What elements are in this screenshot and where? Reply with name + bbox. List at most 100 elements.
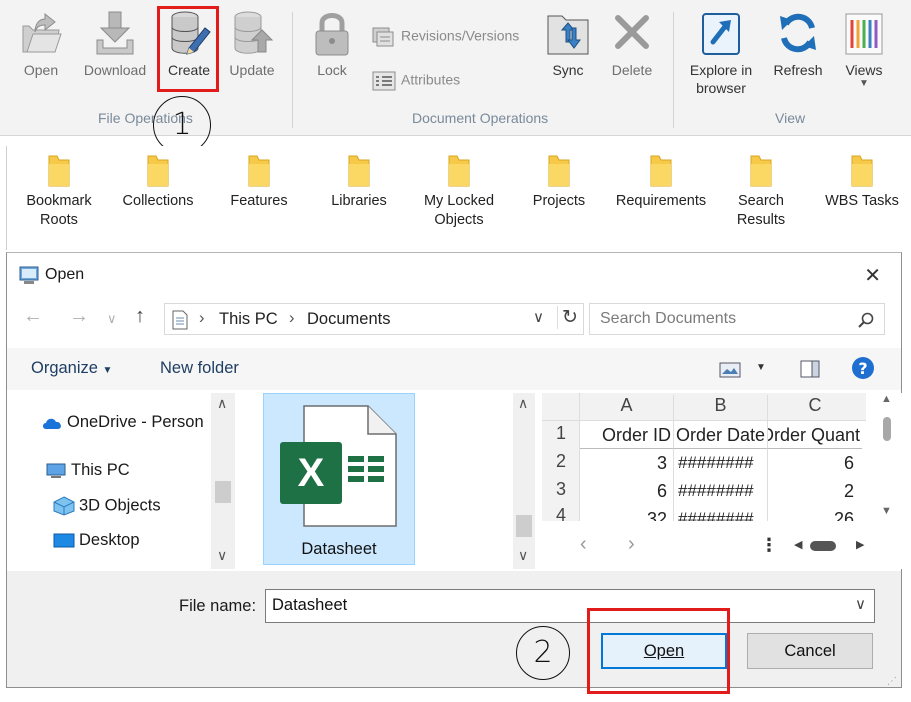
- download-button[interactable]: Download: [80, 8, 150, 79]
- attributes-button[interactable]: Attributes: [372, 70, 460, 92]
- forward-arrow-icon[interactable]: →: [69, 305, 89, 328]
- preview-corner: [542, 393, 580, 421]
- file-name-input[interactable]: Datasheet ∨: [265, 589, 875, 623]
- sheet-scroll-right-icon[interactable]: ▶: [856, 538, 864, 551]
- 3d-objects-icon: [53, 496, 75, 516]
- preview-vscroll-thumb[interactable]: [883, 417, 891, 441]
- sync-button[interactable]: Sync: [544, 8, 592, 79]
- nav-item-desktop[interactable]: Desktop: [53, 531, 140, 550]
- close-icon[interactable]: ✕: [864, 263, 881, 288]
- row-number: 2: [555, 451, 566, 471]
- views-label: Views: [845, 62, 883, 78]
- cancel-button[interactable]: Cancel: [747, 633, 873, 669]
- folder-my-locked-objects[interactable]: My Locked Objects: [417, 152, 501, 230]
- resize-grip-icon[interactable]: ⋰: [887, 676, 897, 687]
- scroll-up-icon[interactable]: ∧: [518, 395, 528, 412]
- nav-label: 3D Objects: [79, 496, 161, 515]
- folder-icon: [348, 155, 370, 187]
- breadcrumb-this-pc[interactable]: This PC: [219, 310, 278, 329]
- view-options-dropdown-icon[interactable]: ▼: [756, 362, 766, 373]
- views-dropdown-icon[interactable]: ▼: [838, 79, 890, 89]
- refresh-label: Refresh: [773, 62, 823, 78]
- preview-column-headers: A B C: [580, 393, 866, 421]
- open-ribbon-label: Open: [23, 62, 59, 78]
- sheet-scroll-thumb[interactable]: [810, 541, 836, 551]
- nav-item-onedrive[interactable]: OneDrive - Person: [41, 413, 204, 432]
- preview-cell: 6: [580, 477, 674, 505]
- delete-button[interactable]: Delete: [608, 8, 656, 79]
- files-scrollbar[interactable]: ∧ ∨: [513, 393, 535, 569]
- explore-in-browser-button[interactable]: Explore in browser: [682, 8, 760, 97]
- breadcrumb-separator-icon: ›: [199, 309, 205, 327]
- delete-label: Delete: [611, 62, 653, 78]
- column-header: B: [674, 395, 768, 421]
- sync-label: Sync: [552, 62, 584, 78]
- nav-item-this-pc[interactable]: This PC: [45, 461, 130, 480]
- nav-item-3d-objects[interactable]: 3D Objects: [53, 496, 161, 516]
- address-bar[interactable]: › This PC › Documents ∨ ↻: [164, 303, 584, 335]
- search-box[interactable]: Search Documents: [589, 303, 885, 335]
- folder-projects[interactable]: Projects: [519, 152, 599, 211]
- scroll-down-icon[interactable]: ∨: [518, 547, 528, 564]
- lock-icon: [315, 13, 349, 56]
- folder-label: My Locked Objects: [423, 193, 495, 228]
- folder-libraries[interactable]: Libraries: [319, 152, 399, 211]
- file-item-datasheet[interactable]: X Datasheet: [263, 393, 415, 565]
- folder-wbs-tasks[interactable]: WBS Tasks: [819, 152, 905, 211]
- new-folder-button[interactable]: New folder: [160, 359, 239, 378]
- folder-collections[interactable]: Collections: [115, 152, 201, 211]
- create-highlight-box: [157, 6, 219, 92]
- sheet-scroll-left-icon[interactable]: ◀: [794, 538, 802, 551]
- folder-features[interactable]: Features: [219, 152, 299, 211]
- preview-pane-icon[interactable]: [800, 360, 820, 378]
- scroll-right-icon[interactable]: ›: [628, 533, 635, 556]
- help-icon[interactable]: ?: [851, 356, 875, 380]
- refresh-button[interactable]: Refresh: [770, 8, 826, 79]
- organize-menu[interactable]: Organize ▼: [31, 359, 112, 378]
- open-file-dialog: Open ✕ ← → ∨ ↑ › This PC › Documents ∨ ↻…: [6, 252, 902, 688]
- preview-cell: ########: [674, 449, 768, 477]
- preview-cell: Order ID: [580, 421, 674, 449]
- preview-cell: Order Date: [674, 421, 768, 449]
- folder-icon: [147, 155, 169, 187]
- folder-icon: [48, 155, 70, 187]
- revisions-button[interactable]: Revisions/Versions: [372, 26, 519, 48]
- nav-scroll-thumb[interactable]: [215, 481, 231, 503]
- scroll-down-icon[interactable]: ▼: [881, 505, 892, 517]
- views-button[interactable]: Views ▼: [838, 8, 890, 89]
- scroll-left-icon[interactable]: ‹: [580, 533, 587, 556]
- preview-cell: 6: [843, 453, 854, 473]
- folder-label: WBS Tasks: [825, 193, 899, 209]
- search-icon: [858, 312, 874, 328]
- scroll-up-icon[interactable]: ▲: [881, 393, 892, 405]
- up-arrow-icon[interactable]: ↑: [135, 305, 145, 328]
- more-options-icon[interactable]: ⋮: [760, 535, 778, 556]
- address-dropdown-icon[interactable]: ∨: [533, 308, 544, 326]
- delete-x-icon: [615, 15, 649, 49]
- search-input[interactable]: Search Documents: [600, 310, 736, 328]
- back-arrow-icon[interactable]: ←: [23, 305, 43, 328]
- view-group-label: View: [775, 110, 806, 126]
- files-scroll-thumb[interactable]: [516, 515, 532, 537]
- ribbon: Open Download Create Update Lock Revisio…: [0, 0, 911, 136]
- scroll-up-icon[interactable]: ∧: [217, 395, 227, 412]
- preview-vertical-scrollbar[interactable]: ▲ ▼: [876, 393, 898, 521]
- refresh-address-icon[interactable]: ↻: [557, 306, 578, 329]
- folder-requirements[interactable]: Requirements: [611, 152, 711, 211]
- dialog-toolbar: Organize ▼ New folder ▼ ?: [7, 348, 901, 390]
- scroll-down-icon[interactable]: ∨: [217, 547, 227, 564]
- file-name-dropdown-icon[interactable]: ∨: [855, 595, 866, 613]
- folder-bookmark-roots[interactable]: Bookmark Roots: [15, 152, 103, 230]
- download-label: Download: [83, 62, 147, 78]
- nav-scrollbar[interactable]: ∧ ∨: [211, 393, 235, 569]
- lock-button[interactable]: Lock: [310, 8, 354, 79]
- update-button[interactable]: Update: [226, 8, 278, 79]
- change-view-icon[interactable]: [719, 362, 741, 378]
- open-ribbon-button[interactable]: Open: [18, 8, 64, 79]
- folder-icon: [650, 155, 672, 187]
- folder-search-results[interactable]: Search Results: [721, 152, 801, 230]
- preview-cell: Order Quant: [768, 421, 862, 449]
- recent-locations-chevron-icon[interactable]: ∨: [107, 311, 117, 327]
- breadcrumb-documents[interactable]: Documents: [307, 310, 390, 329]
- folder-label: Features: [230, 193, 288, 209]
